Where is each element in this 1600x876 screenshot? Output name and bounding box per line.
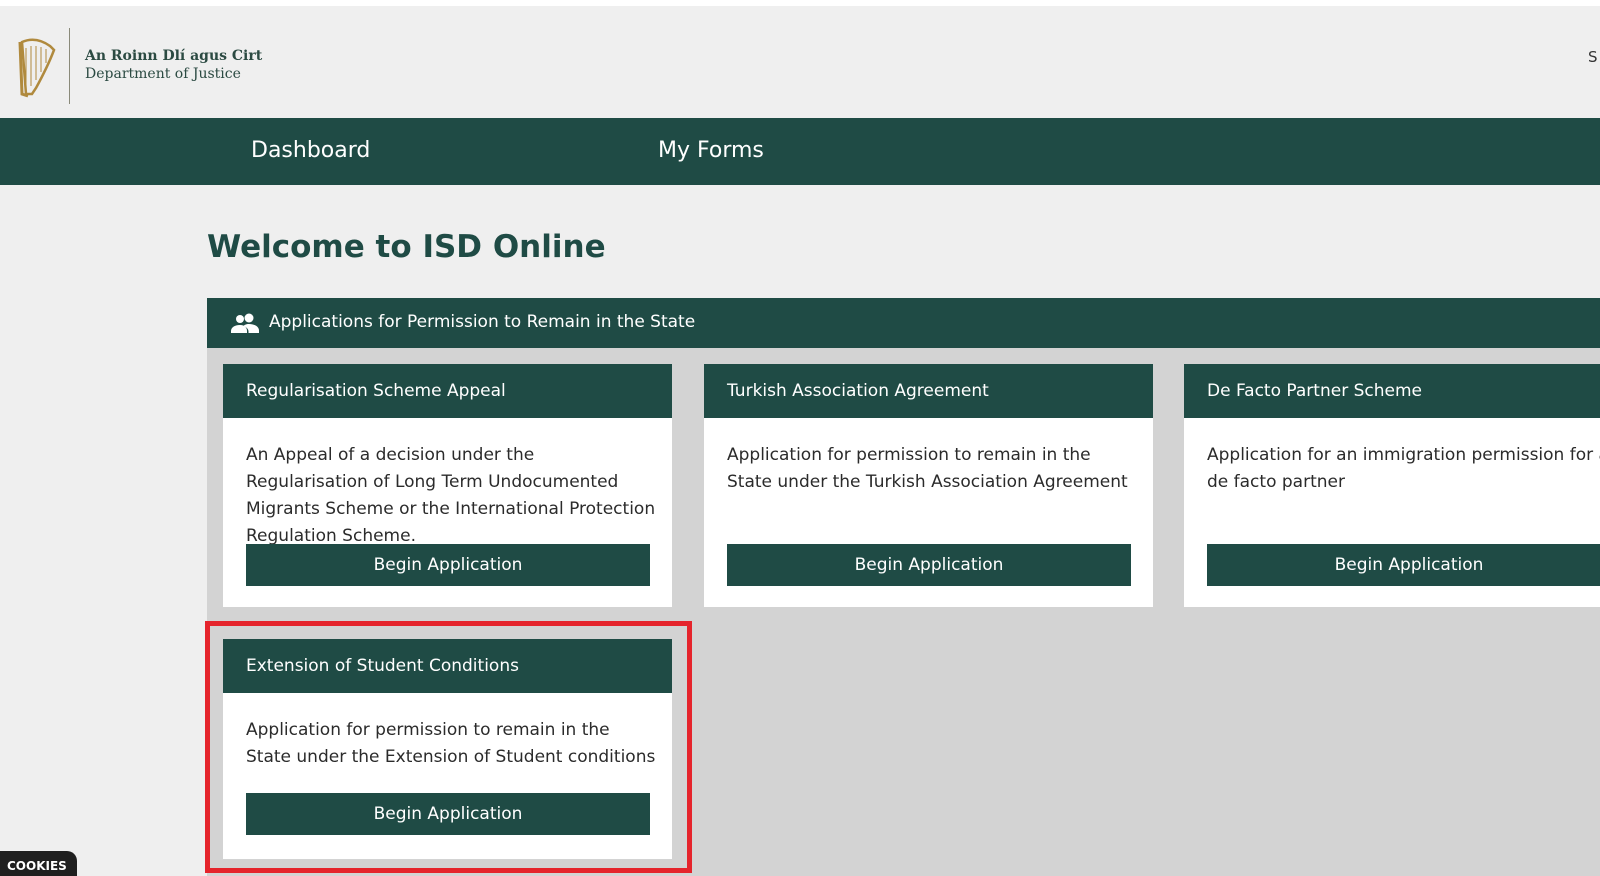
department-logo[interactable]: An Roinn Dlí agus Cirt Department of Jus… bbox=[14, 28, 262, 106]
cookies-button[interactable]: COOKIES bbox=[0, 851, 77, 876]
card-header: De Facto Partner Scheme bbox=[1184, 364, 1600, 418]
card-de-facto-partner-scheme: De Facto Partner Scheme Application for … bbox=[1184, 364, 1600, 607]
nav-dashboard[interactable]: Dashboard bbox=[251, 138, 370, 163]
card-header: Extension of Student Conditions bbox=[223, 639, 672, 693]
site-header: An Roinn Dlí agus Cirt Department of Jus… bbox=[0, 6, 1600, 118]
card-turkish-association-agreement: Turkish Association Agreement Applicatio… bbox=[704, 364, 1153, 607]
card-title: De Facto Partner Scheme bbox=[1207, 381, 1422, 401]
card-description: Application for permission to remain in … bbox=[727, 445, 1128, 492]
department-name-irish: An Roinn Dlí agus Cirt bbox=[85, 48, 263, 64]
main-content: Welcome to ISD Online Applications for P… bbox=[0, 185, 1600, 876]
card-extension-of-student-conditions: Extension of Student Conditions Applicat… bbox=[223, 639, 672, 859]
begin-application-button[interactable]: Begin Application bbox=[727, 544, 1131, 586]
card-description: Application for an immigration permissio… bbox=[1207, 445, 1600, 492]
card-title: Extension of Student Conditions bbox=[246, 656, 519, 676]
begin-application-button[interactable]: Begin Application bbox=[246, 793, 650, 835]
header-right-text[interactable]: S bbox=[1588, 48, 1598, 66]
card-header: Regularisation Scheme Appeal bbox=[223, 364, 672, 418]
begin-application-button[interactable]: Begin Application bbox=[1207, 544, 1600, 586]
section-title: Applications for Permission to Remain in… bbox=[269, 312, 696, 332]
card-description: An Appeal of a decision under the Regula… bbox=[246, 445, 656, 546]
logo-divider bbox=[69, 28, 70, 104]
harp-icon bbox=[18, 38, 56, 98]
nav-my-forms[interactable]: My Forms bbox=[658, 138, 764, 163]
card-description: Application for permission to remain in … bbox=[246, 720, 656, 767]
card-title: Turkish Association Agreement bbox=[727, 381, 989, 401]
people-icon bbox=[231, 313, 259, 333]
main-navigation: Dashboard My Forms bbox=[0, 118, 1600, 185]
card-regularisation-scheme-appeal: Regularisation Scheme Appeal An Appeal o… bbox=[223, 364, 672, 607]
begin-application-button[interactable]: Begin Application bbox=[246, 544, 650, 586]
applications-section: Applications for Permission to Remain in… bbox=[207, 298, 1600, 876]
card-title: Regularisation Scheme Appeal bbox=[246, 381, 506, 401]
card-header: Turkish Association Agreement bbox=[704, 364, 1153, 418]
section-header: Applications for Permission to Remain in… bbox=[207, 298, 1600, 348]
page-title: Welcome to ISD Online bbox=[207, 229, 606, 265]
department-name-english: Department of Justice bbox=[85, 66, 241, 82]
